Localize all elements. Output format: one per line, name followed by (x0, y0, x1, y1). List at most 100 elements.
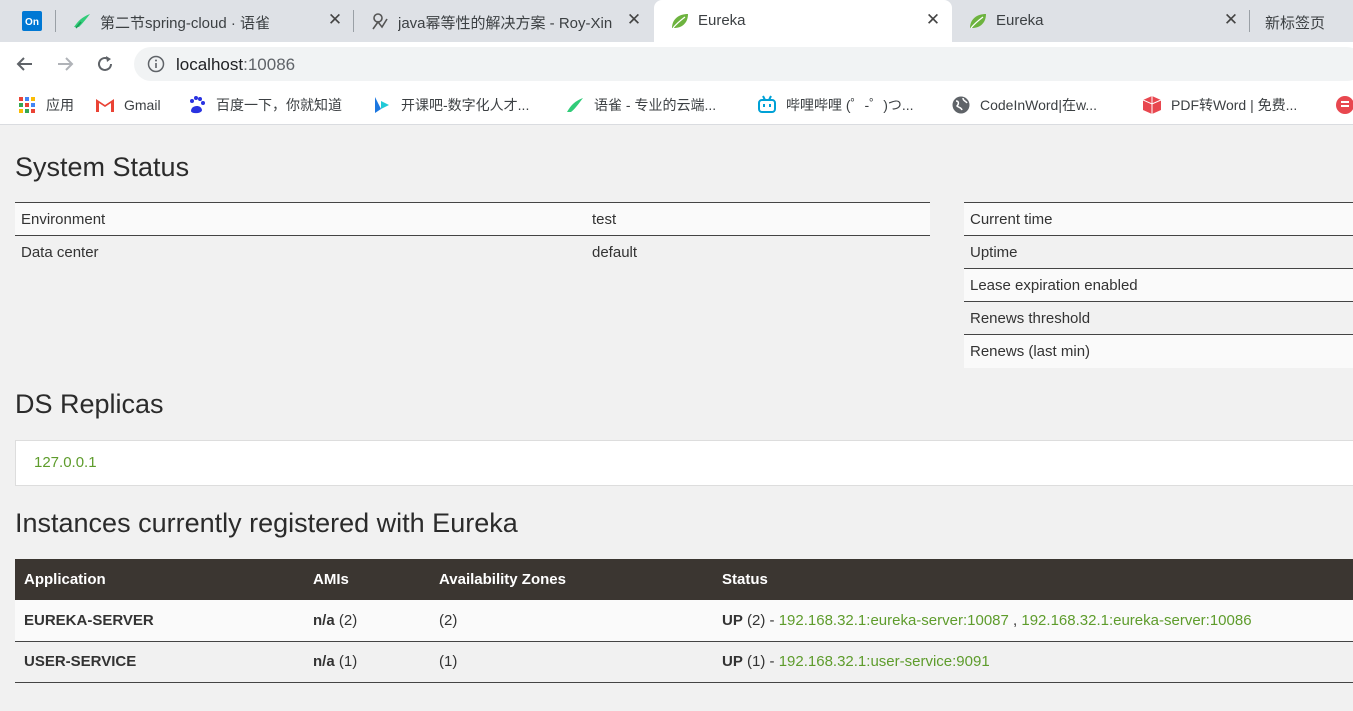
bookmark-label: 语雀 - 专业的云端... (594, 97, 717, 113)
system-status-title: System Status (15, 152, 190, 182)
close-icon[interactable]: ✕ (924, 11, 942, 29)
column-header-application: Application (15, 559, 304, 600)
bookmark-label: 开课吧-数字化人才... (401, 97, 530, 113)
url-port: :10086 (243, 55, 296, 74)
table-row: Data center default (15, 235, 930, 269)
close-icon[interactable]: ✕ (326, 11, 344, 29)
ami-cell: n/a (1) (304, 641, 430, 683)
tab-title: Eureka (698, 12, 746, 29)
close-icon[interactable]: ✕ (625, 11, 643, 29)
app-name-text: EUREKA-SERVER (24, 611, 154, 629)
status-key: Renews (last min) (970, 342, 1091, 360)
ami-value: n/a (313, 611, 335, 629)
tab-strip: On 第二节spring-cloud · 语雀 ✕ java幂等性的解决方案 -… (0, 0, 1353, 42)
url-text: localhost:10086 (176, 55, 295, 75)
ami-cell: n/a (2) (304, 600, 430, 642)
bilibili-icon (757, 95, 777, 115)
app-name-text: USER-SERVICE (24, 653, 137, 670)
bookmark-apps[interactable]: 应用 (17, 94, 74, 116)
table-row: USER-SERVICE n/a (1) (1) UP (1) - 192.16… (15, 641, 1353, 683)
status-cell: UP (2) - 192.168.32.1:eureka-server:1008… (713, 600, 1353, 642)
zones-cell: (2) (430, 600, 713, 642)
cnblogs-icon (370, 11, 390, 31)
instances-title: Instances currently registered with Eure… (15, 508, 518, 538)
info-icon[interactable] (147, 55, 165, 73)
bookmark-bilibili[interactable]: 哔哩哔哩 (゜-゜)つ... (757, 94, 914, 116)
status-value: test (592, 210, 617, 228)
status-key: Current time (970, 210, 1053, 228)
table-row: Renews (last min) (964, 334, 1353, 368)
baidu-paw-icon (187, 95, 207, 115)
tab-title: 新标签页 (1265, 15, 1326, 32)
yuque-icon (565, 95, 585, 115)
table-row: Uptime (964, 235, 1353, 269)
table-row: Current time (964, 202, 1353, 236)
instances-table: Application AMIs Availability Zones Stat… (15, 559, 1353, 683)
status-key: Uptime (970, 243, 1018, 261)
back-arrow-icon[interactable] (13, 52, 37, 76)
column-header-status: Status (713, 559, 1353, 600)
instance-link[interactable]: 192.168.32.1:eureka-server:10086 (1021, 612, 1251, 629)
ds-replicas-list: 127.0.0.1 (15, 440, 1353, 486)
replica-link[interactable]: 127.0.0.1 (34, 454, 97, 471)
table-row: Lease expiration enabled (964, 268, 1353, 302)
status-key: Renews threshold (970, 309, 1091, 327)
status-key: Environment (21, 210, 106, 228)
table-row: EUREKA-SERVER n/a (2) (2) UP (2) - 192.1… (15, 600, 1353, 642)
tab-title: Eureka (996, 12, 1044, 29)
partial-bookmark-icon (1335, 95, 1353, 115)
bookmark-gmail[interactable]: Gmail (95, 94, 161, 116)
bookmark-overflow[interactable] (1335, 94, 1353, 116)
bookmark-label: 哔哩哔哩 (゜-゜)つ... (786, 97, 914, 113)
eureka-dashboard: System Status Environment test Data cent… (0, 126, 1353, 711)
column-header-zones: Availability Zones (430, 559, 713, 600)
ami-count: (1) (334, 653, 358, 670)
bookmark-codeinword[interactable]: CodeInWord|在w... (951, 94, 1097, 116)
bookmark-kaikeba[interactable]: 开课吧-数字化人才... (372, 94, 529, 116)
yuque-icon (72, 11, 92, 31)
pdf-icon (1142, 95, 1162, 115)
status-value: default (592, 243, 638, 261)
link-separator: , (1008, 611, 1022, 629)
system-status-left-table: Environment test Data center default (15, 202, 930, 269)
instance-link[interactable]: 192.168.32.1:user-service:9091 (779, 653, 990, 670)
status-count: (2) - (742, 611, 779, 629)
bookmark-yuque[interactable]: 语雀 - 专业的云端... (565, 94, 716, 116)
status-up: UP (722, 653, 743, 670)
reload-icon[interactable] (93, 52, 117, 76)
tab-title: java幂等性的解决方案 - Roy-Xin (398, 15, 613, 32)
bookmark-label: 应用 (46, 97, 74, 113)
table-row: Renews threshold (964, 301, 1353, 335)
kaikeba-icon (372, 95, 392, 115)
gmail-icon (95, 95, 115, 115)
bookmark-label: PDF转Word | 免费... (1171, 97, 1298, 113)
url-host: localhost (176, 55, 244, 74)
table-row: Environment test (15, 202, 930, 236)
instance-link[interactable]: 192.168.32.1:eureka-server:10087 (779, 612, 1009, 629)
ami-count: (2) (334, 611, 358, 629)
bookmark-label: CodeInWord|在w... (980, 97, 1097, 113)
forward-arrow-icon[interactable] (53, 52, 77, 76)
ds-replicas-title: DS Replicas (15, 389, 164, 419)
table-header-row: Application AMIs Availability Zones Stat… (15, 559, 1353, 600)
bookmark-baidu[interactable]: 百度一下，你就知道 (187, 94, 342, 116)
bookmarks-bar: 应用 Gmail 百度一下，你就知道 开课吧-数字化人才... 语雀 - 专业的… (0, 86, 1353, 125)
apps-grid-icon (17, 95, 37, 115)
app-name: EUREKA-SERVER (15, 600, 304, 642)
browser-toolbar: localhost:10086 (0, 42, 1353, 86)
tab-onenote[interactable]: On (0, 0, 56, 42)
tab-eureka[interactable]: Eureka ✕ (952, 0, 1250, 42)
onenote-icon: On (22, 11, 42, 31)
status-count: (1) - (742, 653, 779, 670)
column-header-amis: AMIs (304, 559, 430, 600)
tab-eureka-active[interactable]: Eureka ✕ (654, 0, 952, 42)
tab-new[interactable]: 新标签页 (1250, 0, 1353, 42)
svg-text:On: On (25, 17, 39, 28)
status-key: Data center (21, 243, 99, 261)
bookmark-pdf[interactable]: PDF转Word | 免费... (1142, 94, 1297, 116)
tab-cnblogs[interactable]: java幂等性的解决方案 - Roy-Xin ✕ (354, 0, 654, 42)
close-icon[interactable]: ✕ (1222, 11, 1240, 29)
app-name: USER-SERVICE (15, 641, 304, 683)
tab-yuque[interactable]: 第二节spring-cloud · 语雀 ✕ (56, 0, 354, 42)
address-bar[interactable]: localhost:10086 (134, 47, 1353, 81)
